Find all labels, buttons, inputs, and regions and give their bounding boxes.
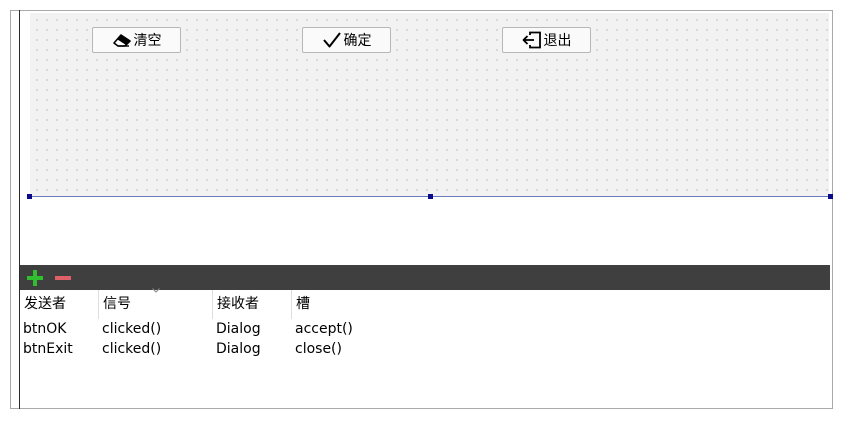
cell-signal[interactable]: clicked() (99, 339, 216, 359)
cell-sender[interactable]: btnOK (20, 319, 102, 339)
cell-slot[interactable]: close() (292, 339, 495, 359)
cell-sender[interactable]: btnExit (20, 339, 102, 359)
cell-slot[interactable]: accept() (292, 319, 495, 339)
plus-icon[interactable] (26, 269, 44, 287)
resize-handle-bottom-right[interactable] (828, 194, 833, 199)
table-header: 发送者 信号 接收者 槽 (20, 290, 830, 319)
header-receiver[interactable]: 接收者 (213, 290, 292, 319)
checkmark-icon (322, 30, 342, 50)
exit-button-label: 退出 (543, 33, 572, 49)
ok-button-label: 确定 (343, 33, 372, 49)
header-sender[interactable]: 发送者 (20, 290, 99, 319)
header-slot[interactable]: 槽 (292, 290, 492, 319)
exit-button[interactable]: 退出 (502, 27, 591, 53)
clear-button[interactable]: 清空 (92, 27, 181, 53)
table-row[interactable]: btnOK clicked() Dialog accept() (20, 319, 830, 339)
cell-receiver[interactable]: Dialog (213, 319, 295, 339)
connections-table: 发送者 信号 接收者 槽 btnOK clicked() Dialog acce… (20, 290, 830, 359)
header-signal[interactable]: 信号 (99, 290, 213, 319)
table-row[interactable]: btnExit clicked() Dialog close() (20, 339, 830, 359)
cell-signal[interactable]: clicked() (99, 319, 216, 339)
minus-icon[interactable] (54, 269, 72, 287)
exit-door-icon (522, 30, 542, 50)
clear-button-label: 清空 (133, 33, 162, 49)
resize-handle-bottom-left[interactable] (27, 194, 32, 199)
cell-receiver[interactable]: Dialog (213, 339, 295, 359)
connection-toolbar (20, 265, 830, 290)
ok-button[interactable]: 确定 (302, 27, 391, 53)
resize-handle-bottom-center[interactable] (428, 194, 433, 199)
eraser-icon (112, 30, 132, 50)
